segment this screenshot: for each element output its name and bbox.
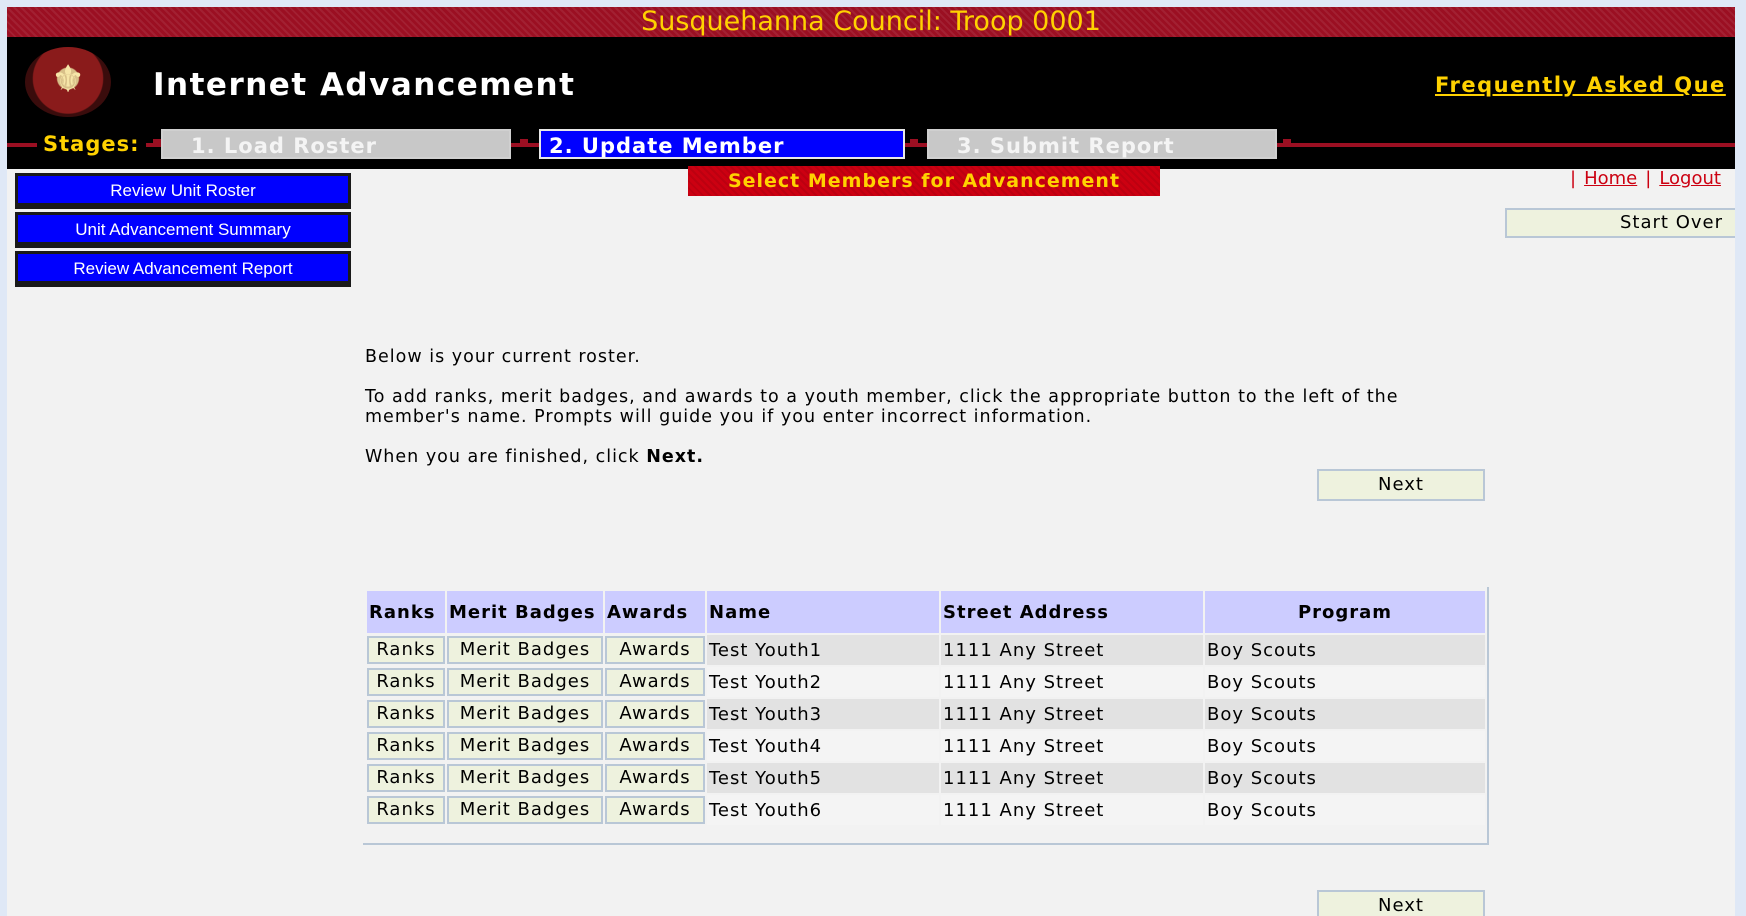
member-name: Test Youth1 <box>707 635 939 665</box>
instruction-prefix: When you are finished, click <box>365 447 647 467</box>
member-program: Boy Scouts <box>1205 795 1485 825</box>
council-title-bar: Susquehanna Council: Troop 0001 <box>7 7 1735 37</box>
home-link[interactable]: Home <box>1584 168 1637 189</box>
stages-label: Stages: <box>37 132 146 156</box>
unit-advancement-summary-button[interactable]: Unit Advancement Summary <box>15 212 351 248</box>
ranks-button[interactable]: Ranks <box>367 700 445 728</box>
instruction-text: To add ranks, merit badges, and awards t… <box>365 387 1399 427</box>
ranks-button[interactable]: Ranks <box>367 732 445 760</box>
column-header-merit-badges: Merit Badges <box>447 591 603 633</box>
member-address: 1111 Any Street <box>941 763 1203 793</box>
next-button[interactable]: Next <box>1317 469 1485 501</box>
merit-badges-button[interactable]: Merit Badges <box>447 700 603 728</box>
awards-button[interactable]: Awards <box>605 668 705 696</box>
awards-button[interactable]: Awards <box>605 700 705 728</box>
link-separator: | <box>1570 168 1577 189</box>
member-program: Boy Scouts <box>1205 731 1485 761</box>
instruction-text: Below is your current roster. <box>365 347 641 367</box>
awards-button[interactable]: Awards <box>605 732 705 760</box>
bsa-logo-icon: ⚜ <box>25 47 111 117</box>
table-row: Ranks Merit Badges Awards Test Youth5 11… <box>367 763 1485 793</box>
column-header-name: Name <box>707 591 939 633</box>
merit-badges-button[interactable]: Merit Badges <box>447 668 603 696</box>
next-button[interactable]: Next <box>1317 890 1485 916</box>
link-separator: | <box>1645 168 1652 189</box>
start-over-button[interactable]: Start Over <box>1505 208 1735 238</box>
member-address: 1111 Any Street <box>941 699 1203 729</box>
member-program: Boy Scouts <box>1205 763 1485 793</box>
member-name: Test Youth2 <box>707 667 939 697</box>
awards-button[interactable]: Awards <box>605 796 705 824</box>
awards-button[interactable]: Awards <box>605 636 705 664</box>
stage-update-member[interactable]: 2. Update Member <box>539 129 905 159</box>
review-unit-roster-button[interactable]: Review Unit Roster <box>15 173 351 209</box>
table-row: Ranks Merit Badges Awards Test Youth6 11… <box>367 795 1485 825</box>
ranks-button[interactable]: Ranks <box>367 796 445 824</box>
ranks-button[interactable]: Ranks <box>367 668 445 696</box>
member-address: 1111 Any Street <box>941 667 1203 697</box>
ranks-button[interactable]: Ranks <box>367 764 445 792</box>
column-header-ranks: Ranks <box>367 591 445 633</box>
member-program: Boy Scouts <box>1205 635 1485 665</box>
stage-separator <box>910 139 918 147</box>
column-header-program: Program <box>1205 591 1485 633</box>
member-program: Boy Scouts <box>1205 667 1485 697</box>
stage-separator <box>1283 139 1291 147</box>
review-advancement-report-button[interactable]: Review Advancement Report <box>15 251 351 287</box>
app-header: ⚜ Internet Advancement Frequently Asked … <box>7 37 1735 169</box>
roster-table: Ranks Merit Badges Awards Name Street Ad… <box>365 589 1487 827</box>
top-links: | Home | Logout <box>1562 168 1721 189</box>
merit-badges-button[interactable]: Merit Badges <box>447 732 603 760</box>
section-title: Select Members for Advancement <box>688 166 1160 196</box>
stage-separator <box>520 139 528 147</box>
merit-badges-button[interactable]: Merit Badges <box>447 636 603 664</box>
member-name: Test Youth6 <box>707 795 939 825</box>
column-header-street-address: Street Address <box>941 591 1203 633</box>
member-name: Test Youth4 <box>707 731 939 761</box>
stage-submit-report[interactable]: 3. Submit Report <box>927 129 1277 159</box>
table-row: Ranks Merit Badges Awards Test Youth2 11… <box>367 667 1485 697</box>
merit-badges-button[interactable]: Merit Badges <box>447 764 603 792</box>
instruction-text: When you are finished, click Next. <box>365 447 704 467</box>
member-address: 1111 Any Street <box>941 795 1203 825</box>
ranks-button[interactable]: Ranks <box>367 636 445 664</box>
member-program: Boy Scouts <box>1205 699 1485 729</box>
stage-separator <box>153 139 161 147</box>
instruction-next-emphasis: Next. <box>646 447 705 467</box>
table-row: Ranks Merit Badges Awards Test Youth3 11… <box>367 699 1485 729</box>
logout-link[interactable]: Logout <box>1659 168 1721 189</box>
member-address: 1111 Any Street <box>941 635 1203 665</box>
member-address: 1111 Any Street <box>941 731 1203 761</box>
browser-page: Susquehanna Council: Troop 0001 ⚜ Intern… <box>7 7 1735 916</box>
stage-load-roster[interactable]: 1. Load Roster <box>161 129 511 159</box>
awards-button[interactable]: Awards <box>605 764 705 792</box>
app-title: Internet Advancement <box>153 67 576 103</box>
member-name: Test Youth3 <box>707 699 939 729</box>
column-header-awards: Awards <box>605 591 705 633</box>
member-name: Test Youth5 <box>707 763 939 793</box>
table-row: Ranks Merit Badges Awards Test Youth4 11… <box>367 731 1485 761</box>
merit-badges-button[interactable]: Merit Badges <box>447 796 603 824</box>
faq-link[interactable]: Frequently Asked Que <box>1435 73 1726 97</box>
table-row: Ranks Merit Badges Awards Test Youth1 11… <box>367 635 1485 665</box>
council-title: Susquehanna Council: Troop 0001 <box>641 7 1101 37</box>
